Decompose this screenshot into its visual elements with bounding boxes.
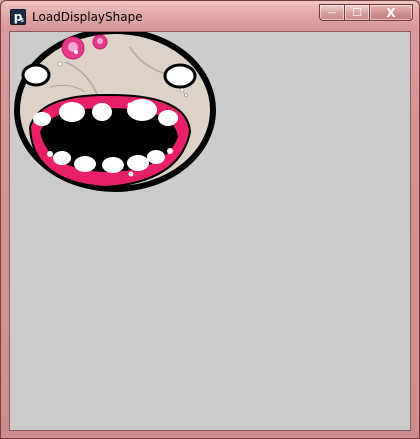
maximize-button[interactable]: ☐ — [344, 4, 369, 21]
tooth — [74, 156, 96, 172]
maximize-icon: ☐ — [352, 6, 362, 19]
minimize-button[interactable]: — — [319, 4, 344, 21]
monster-eye-right-inner — [97, 38, 103, 44]
monster-ear-left — [21, 63, 51, 87]
application-window: p 5 LoadDisplayShape — ☐ X — [0, 0, 420, 439]
tooth — [147, 150, 165, 164]
title-bar[interactable]: p 5 LoadDisplayShape — ☐ X — [1, 1, 419, 31]
app-icon-sub: 5 — [20, 18, 24, 24]
tooth — [158, 110, 178, 126]
processing-app-icon[interactable]: p 5 — [10, 9, 26, 25]
tooth — [59, 102, 85, 122]
tooth-nub — [127, 102, 133, 108]
window-title: LoadDisplayShape — [32, 10, 143, 24]
close-icon: X — [386, 5, 396, 20]
tooth — [33, 112, 51, 126]
monster-eye-left-highlight — [74, 50, 78, 54]
caption-buttons: — ☐ X — [319, 4, 413, 23]
tooth — [102, 157, 124, 173]
skin-pore — [179, 87, 185, 93]
tooth — [127, 155, 149, 171]
tooth-nub — [167, 148, 173, 154]
tooth — [92, 103, 112, 121]
skin-pore — [184, 93, 188, 97]
tooth-nub — [47, 151, 53, 157]
skin-pore — [57, 61, 63, 67]
tooth — [127, 99, 157, 121]
tooth-nub — [128, 171, 134, 177]
minimize-icon: — — [327, 7, 337, 18]
close-button[interactable]: X — [369, 4, 413, 21]
sketch-canvas[interactable] — [9, 31, 411, 431]
monster-ear-right — [163, 63, 197, 89]
tooth — [53, 151, 71, 165]
monster-shape — [14, 32, 216, 192]
